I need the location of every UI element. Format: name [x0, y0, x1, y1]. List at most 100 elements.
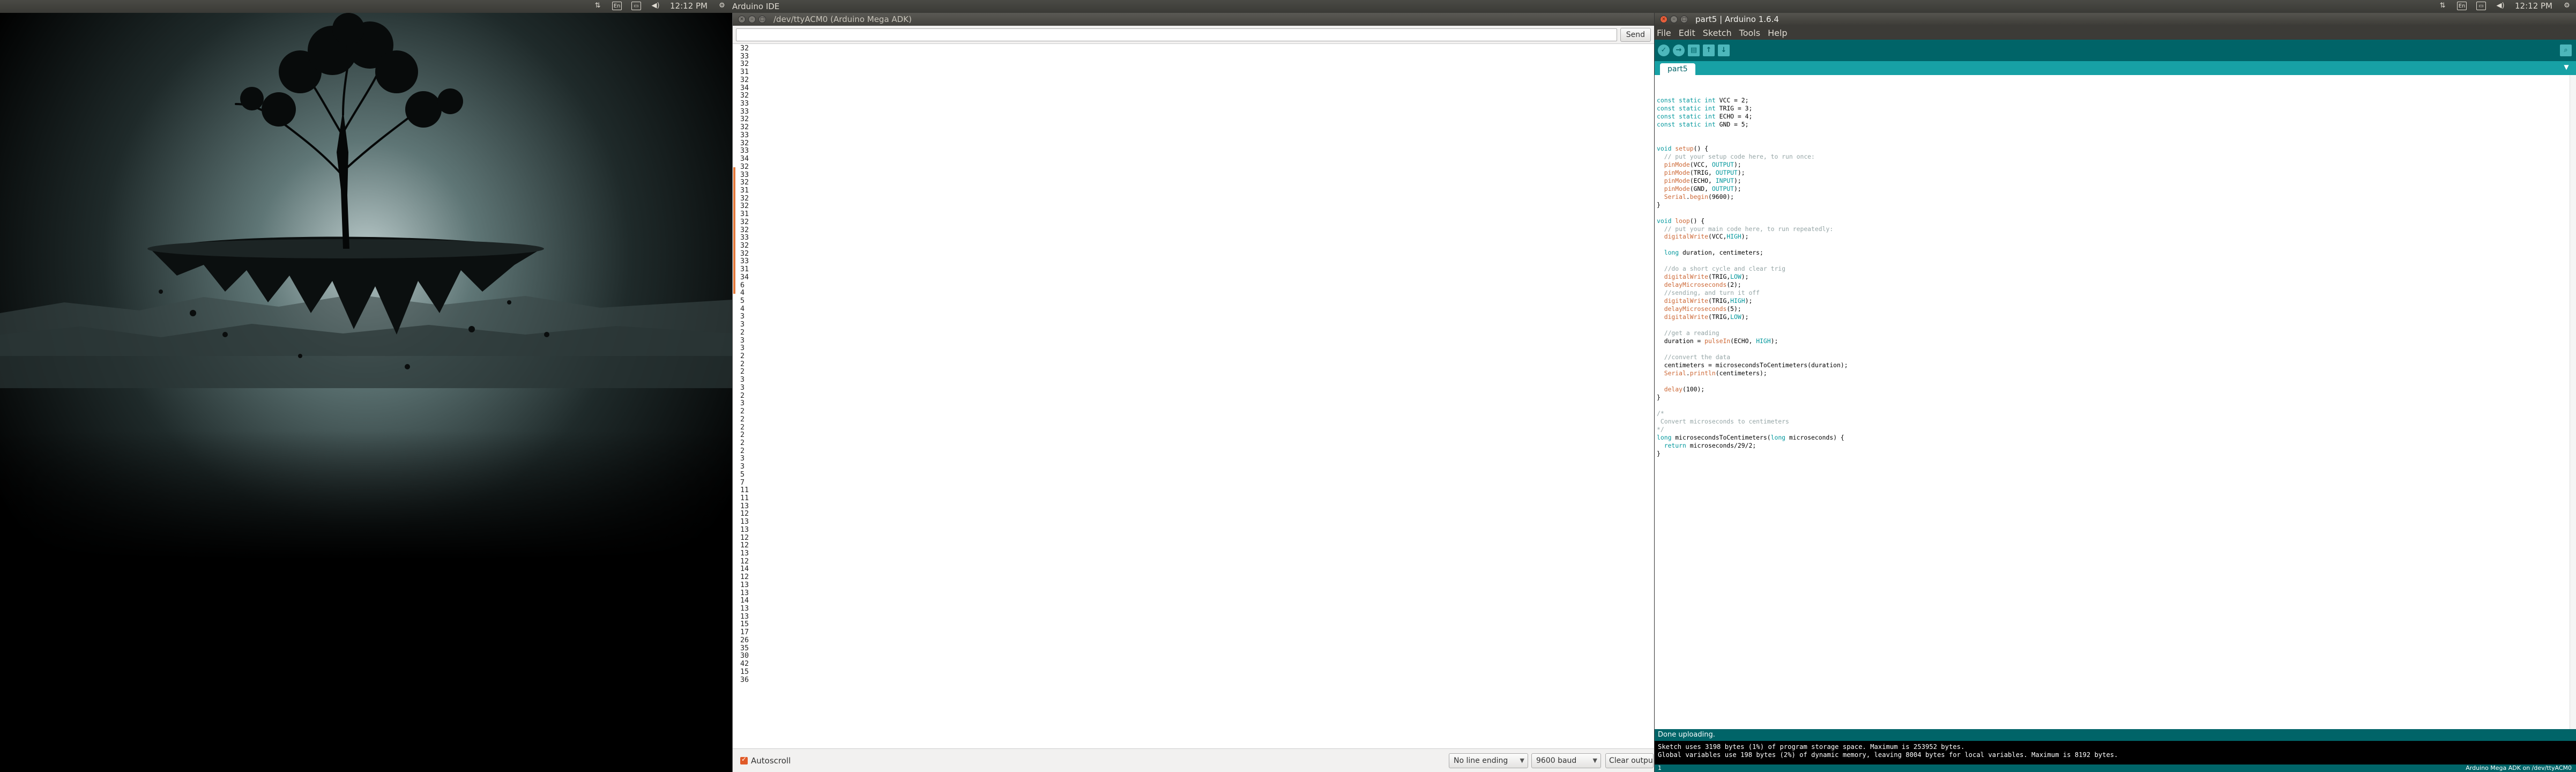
serial-output-line: 7 — [740, 478, 745, 487]
serial-output-line: 13 — [740, 518, 749, 526]
minimize-window-icon[interactable]: – — [748, 16, 756, 23]
code-editor[interactable]: const static int VCC = 2; const static i… — [1655, 75, 2576, 729]
serial-footer: Autoscroll No line ending ▼ 9600 baud ▼ … — [733, 748, 1654, 772]
battery-icon[interactable]: ▭ — [631, 2, 642, 10]
serial-output-line: 2 — [740, 368, 745, 376]
serial-output-line: 33 — [740, 131, 749, 139]
serial-output-line: 31 — [740, 186, 749, 195]
ide-window-title: part5 | Arduino 1.6.4 — [1695, 14, 1779, 24]
serial-output-line: 12 — [740, 557, 749, 566]
tab-menu-icon[interactable]: ▼ — [2561, 63, 2572, 73]
serial-output-line: 33 — [740, 100, 749, 108]
network-icon[interactable]: ⇅ — [2438, 2, 2447, 10]
serial-output-line: 32 — [740, 76, 749, 84]
serial-output-line: 3 — [740, 321, 745, 329]
settings-gear-icon[interactable]: ⚙ — [2562, 2, 2572, 10]
serial-output-line: 3 — [740, 376, 745, 384]
serial-output-line: 32 — [740, 202, 749, 211]
send-button[interactable]: Send — [1620, 27, 1651, 42]
line-ending-select[interactable]: No line ending ▼ — [1449, 753, 1528, 768]
keyboard-icon[interactable]: En — [2457, 2, 2467, 10]
serial-window-titlebar[interactable]: × – □ /dev/ttyACM0 (Arduino Mega ADK) — [733, 13, 1654, 26]
tab-part5[interactable]: part5 — [1660, 63, 1695, 75]
autoscroll-label: Autoscroll — [751, 755, 791, 766]
serial-output-line: 32 — [740, 226, 749, 234]
serial-output-line: 13 — [740, 589, 749, 597]
new-file-icon[interactable]: ▤ — [1688, 44, 1700, 56]
line-ending-value: No line ending — [1454, 756, 1508, 765]
serial-output-line: 31 — [740, 68, 749, 77]
serial-output-line: 32 — [740, 179, 749, 187]
serial-output-line: 13 — [740, 605, 749, 613]
close-window-icon[interactable]: × — [1660, 16, 1667, 23]
menu-help[interactable]: Help — [1768, 28, 1787, 38]
serial-output-line: 14 — [740, 565, 749, 574]
check-icon[interactable]: ✓ — [1658, 44, 1670, 56]
serial-input-row: Send — [733, 26, 1654, 44]
serial-output-line: 31 — [740, 210, 749, 219]
clock[interactable]: 12:12 PM — [670, 1, 708, 11]
arrow-right-icon[interactable]: → — [1673, 44, 1685, 56]
serial-output-line: 32 — [740, 139, 749, 147]
desktop-wallpaper — [0, 13, 732, 772]
serial-output-line: 12 — [740, 541, 749, 550]
app-name: Arduino IDE — [732, 2, 780, 11]
serial-output-line: 2 — [740, 360, 745, 368]
close-window-icon[interactable]: × — [738, 16, 746, 23]
serial-output-line: 2 — [740, 447, 745, 455]
serial-output-line: 3 — [740, 313, 745, 321]
volume-icon[interactable]: ◀) — [2496, 2, 2505, 10]
serial-output-line: 3 — [740, 383, 745, 392]
menu-tools[interactable]: Tools — [1739, 28, 1760, 38]
settings-gear-icon[interactable]: ⚙ — [717, 2, 727, 10]
network-icon[interactable]: ⇅ — [593, 2, 602, 10]
serial-output-line: 32 — [740, 115, 749, 124]
serial-output-line: 33 — [740, 107, 749, 116]
serial-output-line: 30 — [740, 652, 749, 660]
maximize-window-icon[interactable]: □ — [1680, 16, 1688, 23]
serial-output-line: 12 — [740, 533, 749, 542]
window-controls: × – □ — [738, 16, 766, 23]
serial-output-line: 33 — [740, 147, 749, 155]
magnifier-icon[interactable]: ⌕ — [2560, 44, 2572, 56]
serial-output-line: 33 — [740, 52, 749, 61]
serial-output-line: 5 — [740, 297, 745, 305]
ide-window-titlebar[interactable]: × – □ part5 | Arduino 1.6.4 — [1655, 13, 2576, 26]
menu-bar: File Edit Sketch Tools Help — [1655, 26, 2576, 40]
serial-output-line: 13 — [740, 502, 749, 510]
editor-scrollbar[interactable] — [2570, 75, 2576, 729]
desktop: ⇅ En ▭ ◀) 12:12 PM ⚙ Arduino IDE ⇅ En ▭ … — [0, 0, 2576, 772]
chevron-down-icon: ▼ — [1520, 757, 1524, 764]
serial-output-line: 12 — [740, 510, 749, 518]
chevron-down-icon: ▼ — [1592, 757, 1597, 764]
open-icon[interactable]: ↑ — [1703, 44, 1715, 56]
baud-select[interactable]: 9600 baud ▼ — [1531, 753, 1601, 768]
battery-icon[interactable]: ▭ — [2476, 2, 2486, 10]
serial-output-line: 32 — [740, 249, 749, 258]
serial-output-line: 34 — [740, 84, 749, 92]
serial-output-line: 32 — [740, 218, 749, 226]
serial-output-line: 32 — [740, 123, 749, 132]
menu-edit[interactable]: Edit — [1679, 28, 1695, 38]
serial-output-line: 26 — [740, 636, 749, 644]
autoscroll-checkbox[interactable] — [740, 755, 748, 764]
serial-output-line: 34 — [740, 273, 749, 281]
menu-sketch[interactable]: Sketch — [1703, 28, 1732, 38]
serial-output-line: 33 — [740, 170, 749, 179]
maximize-window-icon[interactable]: □ — [758, 16, 766, 23]
serial-output-line: 2 — [740, 439, 745, 447]
serial-output-line: 3 — [740, 455, 745, 463]
line-number: 1 — [1658, 764, 1662, 771]
serial-output-line: 2 — [740, 407, 745, 416]
serial-send-input[interactable] — [736, 28, 1617, 41]
menu-file[interactable]: File — [1657, 28, 1671, 38]
clear-output-button[interactable]: Clear output — [1605, 753, 1654, 768]
serial-output-line: 42 — [740, 660, 749, 669]
minimize-window-icon[interactable]: – — [1670, 16, 1678, 23]
volume-icon[interactable]: ◀) — [651, 2, 660, 10]
console-output[interactable]: Sketch uses 3198 bytes (1%) of program s… — [1655, 741, 2576, 764]
save-icon[interactable]: ↓ — [1718, 44, 1730, 56]
serial-output-area[interactable]: 32 33 32 31 32 34 32 33 33 32 32 33 32 3… — [733, 44, 1654, 748]
keyboard-icon[interactable]: En — [612, 2, 622, 10]
clock[interactable]: 12:12 PM — [2515, 1, 2552, 11]
